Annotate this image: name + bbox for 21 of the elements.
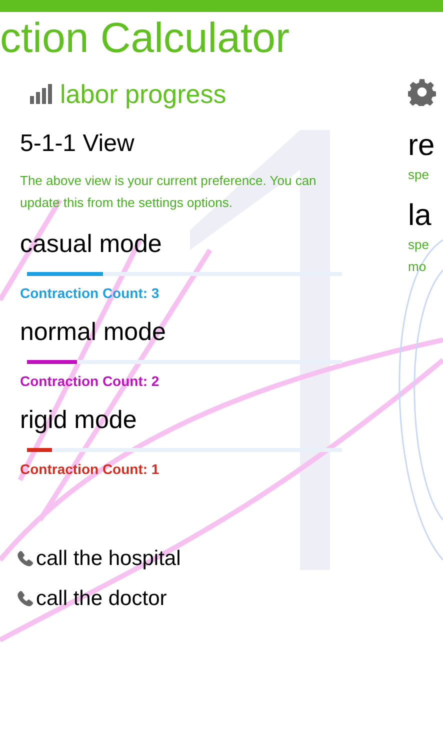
mode-name: rigid mode — [20, 405, 138, 436]
section-title: labor progress — [60, 78, 226, 110]
phone-icon — [16, 590, 34, 608]
contraction-count: Contraction Count: 2 — [20, 372, 160, 390]
contraction-count: Contraction Count: 1 — [20, 460, 160, 478]
item-title: re — [408, 128, 436, 164]
bar-chart-icon — [30, 84, 54, 104]
view-name: 5-1-1 View — [20, 129, 136, 159]
app-title: ction Calculator — [0, 13, 290, 63]
mode-name: casual mode — [20, 229, 163, 260]
item-description: mo — [408, 258, 428, 276]
item-description: spe — [408, 166, 430, 184]
call-link[interactable]: call the hospital — [16, 546, 342, 572]
description: The above view is your current preference. You can update this from the settings options. — [20, 172, 318, 212]
settings-icon[interactable] — [408, 78, 436, 106]
item-description: spe — [408, 236, 430, 254]
mode-name: normal mode — [20, 317, 167, 348]
item-title: la — [408, 198, 432, 234]
phone-icon — [16, 550, 34, 568]
contraction-count: Contraction Count: 3 — [20, 284, 160, 302]
call-link[interactable]: call the doctor — [16, 586, 342, 612]
